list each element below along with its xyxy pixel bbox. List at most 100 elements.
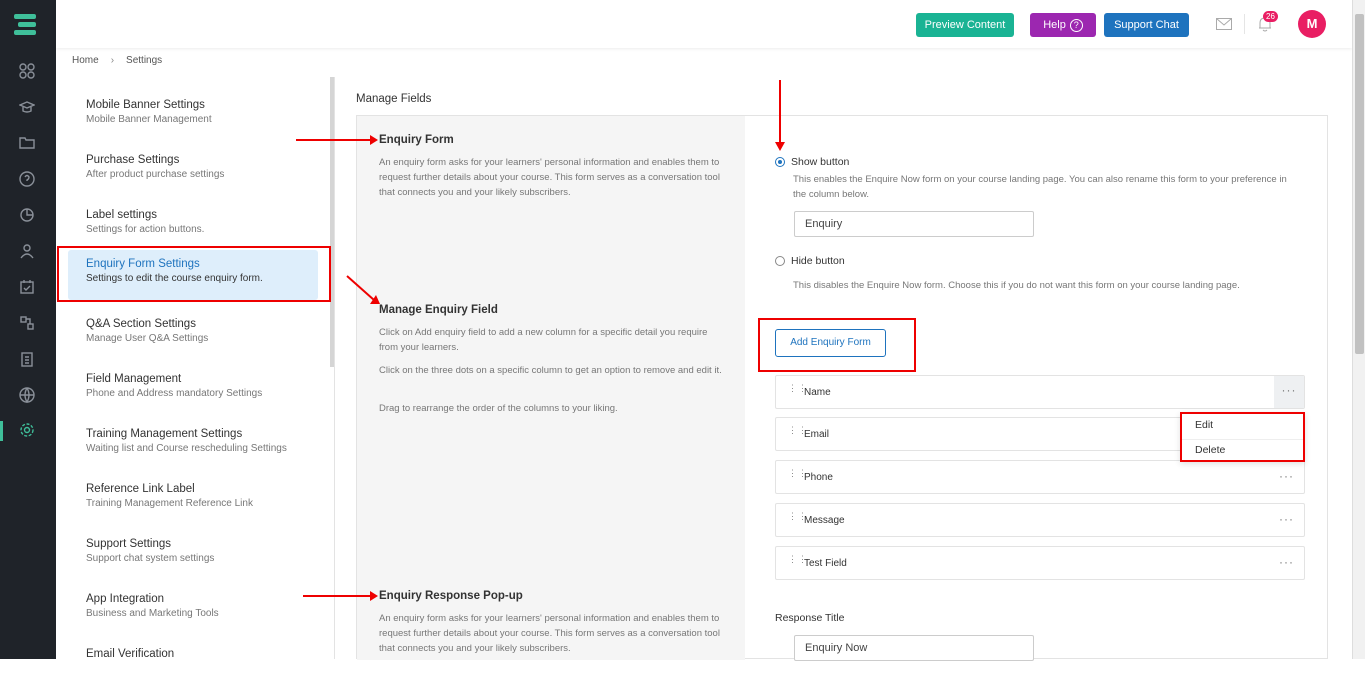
more-options-icon[interactable]: ··· (1279, 512, 1294, 526)
sidebar-item-email-verification[interactable]: Email Verification (68, 640, 318, 690)
hide-button-label[interactable]: Hide button (791, 255, 845, 267)
help-button[interactable]: Help? (1030, 13, 1096, 37)
drag-handle-icon[interactable]: ⋮⋮ (788, 512, 807, 525)
manage-field-description-3: Drag to rearrange the order of the colum… (379, 403, 618, 414)
clipboard-icon[interactable] (18, 351, 36, 369)
sidebar-item-title: Email Verification (86, 648, 175, 660)
sidebar-item-title: Mobile Banner Settings (86, 99, 205, 111)
breadcrumb: Home › Settings (72, 55, 162, 66)
analytics-icon[interactable] (18, 207, 36, 225)
hide-button-description: This disables the Enquire Now form. Choo… (793, 280, 1240, 291)
field-row-message[interactable]: ⋮⋮ Message ··· (775, 503, 1305, 537)
enquiry-form-heading: Enquiry Form (379, 134, 454, 146)
sidebar-item-qa-section[interactable]: Q&A Section Settings Manage User Q&A Sett… (68, 310, 318, 360)
sidebar-item-title: Reference Link Label (86, 483, 195, 495)
user-icon[interactable] (18, 243, 36, 261)
annotation-arrow-show-button (775, 80, 785, 151)
manage-field-description-2: Click on the three dots on a specific co… (379, 365, 722, 376)
drag-handle-icon[interactable]: ⋮⋮ (788, 384, 807, 397)
sidebar-item-support[interactable]: Support Settings Support chat system sett… (68, 530, 318, 580)
manage-enquiry-field-heading: Manage Enquiry Field (379, 304, 498, 316)
field-row-name[interactable]: ⋮⋮ Name ··· (775, 375, 1305, 409)
drag-handle-icon[interactable]: ⋮⋮ (788, 555, 807, 568)
sidebar-item-field-management[interactable]: Field Management Phone and Address mandat… (68, 365, 318, 415)
menu-divider (1182, 439, 1303, 440)
question-circle-icon: ? (1069, 18, 1083, 32)
app-logo[interactable] (14, 14, 36, 38)
sidebar-item-training-management[interactable]: Training Management Settings Waiting list… (68, 420, 318, 470)
chevron-right-icon: › (110, 55, 115, 66)
field-name: Email (804, 429, 830, 440)
more-options-icon[interactable]: ··· (1279, 555, 1294, 569)
annotation-arrow-response-popup (303, 591, 378, 601)
field-row-phone[interactable]: ⋮⋮ Phone ··· (775, 460, 1305, 494)
field-row-test-field[interactable]: ⋮⋮ Test Field ··· (775, 546, 1305, 580)
show-button-label[interactable]: Show button (791, 156, 849, 168)
sidebar-item-mobile-banner[interactable]: Mobile Banner Settings Mobile Banner Mana… (68, 91, 318, 141)
left-nav-rail (0, 0, 56, 659)
integration-icon[interactable] (18, 315, 36, 333)
preview-content-button[interactable]: Preview Content (916, 13, 1014, 37)
sidebar-item-app-integration[interactable]: App Integration Business and Marketing To… (68, 585, 318, 635)
annotation-arrow-manage-field (346, 275, 380, 304)
dashboard-icon[interactable] (18, 63, 36, 81)
annotation-arrow-enquiry-form (296, 135, 378, 145)
sidebar-item-title: App Integration (86, 593, 165, 605)
sidebar-item-title: Support Settings (86, 538, 172, 550)
user-avatar[interactable]: M (1298, 10, 1326, 38)
enquiry-response-heading: Enquiry Response Pop-up (379, 590, 523, 602)
field-name: Name (804, 387, 831, 398)
sidebar-item-subtitle: Support chat system settings (86, 553, 215, 564)
settings-gear-icon[interactable] (18, 422, 36, 440)
calendar-icon[interactable] (18, 279, 36, 297)
page-title: Manage Fields (356, 93, 432, 105)
mail-icon[interactable] (1216, 18, 1232, 30)
enquiry-response-description: An enquiry form asks for your learners' … (379, 613, 720, 654)
menu-edit[interactable]: Edit (1195, 419, 1213, 431)
field-name: Phone (804, 472, 833, 483)
more-options-icon[interactable]: ··· (1274, 376, 1304, 408)
drag-handle-icon[interactable]: ⋮⋮ (788, 469, 807, 482)
sidebar-item-subtitle: Manage User Q&A Settings (86, 333, 209, 344)
scrollbar-thumb[interactable] (1355, 14, 1364, 354)
sidebar-item-reference-link[interactable]: Reference Link Label Training Management … (68, 475, 318, 525)
annotation-box-enquiry-settings (57, 246, 331, 302)
top-bar: Preview Content Help? Support Chat 26 M (56, 0, 1352, 48)
divider (1244, 14, 1245, 34)
help-label: Help (1043, 19, 1066, 31)
sidebar-item-purchase[interactable]: Purchase Settings After product purchase … (68, 146, 318, 196)
drag-handle-icon[interactable]: ⋮⋮ (788, 426, 807, 439)
response-title-label: Response Title (775, 612, 845, 624)
sidebar-item-subtitle: Mobile Banner Management (86, 114, 212, 125)
question-icon[interactable] (18, 171, 36, 189)
page-scrollbar[interactable] (1352, 0, 1365, 659)
sidebar-item-title: Q&A Section Settings (86, 318, 196, 330)
response-title-input[interactable]: Enquiry Now (794, 635, 1034, 661)
graduation-cap-icon[interactable] (18, 99, 36, 117)
breadcrumb-home[interactable]: Home (72, 55, 99, 66)
active-indicator (0, 421, 3, 441)
form-name-input[interactable]: Enquiry (794, 211, 1034, 237)
menu-delete[interactable]: Delete (1195, 444, 1225, 456)
breadcrumb-current: Settings (126, 55, 163, 66)
sidebar-item-subtitle: Settings for action buttons. (86, 224, 205, 235)
field-name: Test Field (804, 558, 847, 569)
annotation-box-add-button (758, 318, 916, 372)
field-options-menu: Edit Delete (1180, 412, 1305, 462)
sidebar-item-label[interactable]: Label settings Settings for action button… (68, 201, 318, 251)
sidebar-item-title: Field Management (86, 373, 182, 385)
enquiry-form-description: An enquiry form asks for your learners' … (379, 157, 720, 198)
notification-badge: 26 (1263, 11, 1278, 22)
hide-button-radio[interactable] (775, 256, 785, 266)
folder-icon[interactable] (18, 135, 36, 153)
sidebar-item-title: Label settings (86, 209, 157, 221)
globe-icon[interactable] (18, 387, 36, 405)
show-button-description: This enables the Enquire Now form on you… (793, 174, 1287, 200)
sidebar-item-title: Purchase Settings (86, 154, 180, 166)
field-name: Message (804, 515, 845, 526)
show-button-radio[interactable] (775, 157, 785, 167)
settings-sidebar: Mobile Banner Settings Mobile Banner Mana… (56, 77, 335, 660)
more-options-icon[interactable]: ··· (1279, 469, 1294, 483)
sidebar-item-subtitle: Business and Marketing Tools (86, 608, 219, 619)
support-chat-button[interactable]: Support Chat (1104, 13, 1189, 37)
